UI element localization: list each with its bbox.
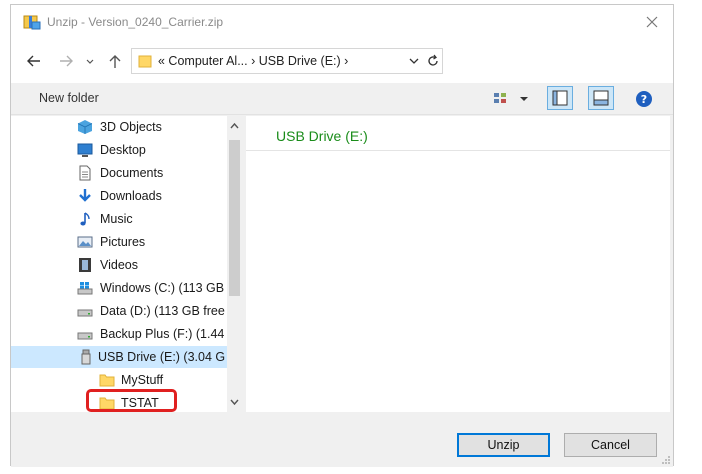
tree-item-data-d[interactable]: Data (D:) (113 GB free: [11, 300, 227, 322]
tree-item-desktop[interactable]: Desktop: [11, 139, 227, 161]
tree-item-usb-drive-e[interactable]: USB Drive (E:) (3.04 G: [11, 346, 227, 368]
windows-drive-icon: [77, 282, 93, 295]
download-arrow-icon: [79, 189, 91, 202]
tree-label: Data (D:) (113 GB free: [100, 304, 225, 318]
heading-divider: [246, 150, 670, 151]
tree-label: Videos: [100, 258, 138, 272]
content-heading: USB Drive (E:): [276, 128, 368, 144]
drive-icon: [77, 332, 93, 340]
tree-item-3d-objects[interactable]: 3D Objects: [11, 116, 227, 138]
unzip-button[interactable]: Unzip: [457, 433, 550, 457]
resize-grip-icon[interactable]: [661, 455, 671, 465]
chevron-up-icon[interactable]: [230, 122, 239, 130]
view-options-icon[interactable]: [491, 89, 513, 109]
help-icon[interactable]: ?: [633, 89, 655, 109]
document-icon: [79, 165, 91, 181]
title-bar: Unzip - Version_0240_Carrier.zip: [11, 5, 673, 39]
arrow-right-icon[interactable]: [57, 53, 75, 69]
tree-item-music[interactable]: Music: [11, 208, 227, 230]
folder-icon: [138, 55, 152, 68]
tree-label: Windows (C:) (113 GB: [100, 281, 225, 295]
scroll-thumb[interactable]: [229, 140, 240, 296]
navigation-bar: « Computer Al... › USB Drive (E:) ›: [11, 39, 673, 83]
address-bar[interactable]: « Computer Al... › USB Drive (E:) ›: [131, 48, 443, 74]
tree-item-videos[interactable]: Videos: [11, 254, 227, 276]
zip-archive-icon: [23, 15, 41, 30]
tree-label: Pictures: [100, 235, 146, 249]
tree-item-downloads[interactable]: Downloads: [11, 185, 227, 207]
refresh-icon[interactable]: [425, 53, 441, 69]
music-note-icon: [80, 212, 90, 226]
tree-scrollbar[interactable]: [227, 116, 242, 412]
window-title: Unzip - Version_0240_Carrier.zip: [47, 15, 224, 29]
preview-pane-icon: [593, 90, 609, 106]
tree-label: Downloads: [100, 189, 162, 203]
command-bar: New folder ?: [11, 83, 673, 115]
close-icon[interactable]: [641, 11, 663, 33]
tree-label: Music: [100, 212, 133, 226]
tree-label: Desktop: [100, 143, 146, 157]
tree-label: USB Drive (E:) (3.04 G: [98, 350, 226, 364]
tree-label: Backup Plus (F:) (1.44: [100, 327, 225, 341]
tree-label: Documents: [100, 166, 164, 180]
chevron-down-icon[interactable]: [407, 55, 421, 67]
folder-icon: [99, 374, 115, 387]
folder-content-pane[interactable]: USB Drive (E:): [246, 116, 670, 412]
cancel-button[interactable]: Cancel: [564, 433, 657, 457]
address-path[interactable]: « Computer Al... › USB Drive (E:) ›: [158, 54, 348, 68]
chevron-down-icon[interactable]: [230, 398, 239, 406]
tree-label: MyStuff: [121, 373, 164, 387]
picture-icon: [77, 236, 93, 248]
tree-item-pictures[interactable]: Pictures: [11, 231, 227, 253]
usb-drive-icon: [81, 349, 91, 365]
cube-3d-icon: [77, 120, 93, 134]
arrow-left-icon[interactable]: [25, 53, 43, 69]
chevron-down-icon[interactable]: [517, 89, 531, 109]
dialog-footer: Unzip Cancel: [11, 412, 673, 467]
navigation-pane-button[interactable]: [547, 86, 573, 110]
chevron-down-icon[interactable]: [84, 53, 96, 69]
tree-item-mystuff[interactable]: MyStuff: [11, 369, 227, 391]
folder-tree: 3D Objects Desktop Documents Downloads M…: [11, 116, 242, 412]
tree-item-documents[interactable]: Documents: [11, 162, 227, 184]
film-icon: [79, 258, 91, 272]
drive-icon: [77, 309, 93, 317]
unzip-dialog: Unzip - Version_0240_Carrier.zip « Compu…: [10, 4, 674, 467]
arrow-up-icon[interactable]: [106, 53, 124, 69]
svg-text:?: ?: [641, 93, 647, 106]
new-folder-button[interactable]: New folder: [39, 91, 99, 105]
tree-item-windows-c[interactable]: Windows (C:) (113 GB: [11, 277, 227, 299]
preview-pane-button[interactable]: [588, 86, 614, 110]
tree-label: 3D Objects: [100, 120, 162, 134]
navigation-pane-icon: [552, 90, 568, 106]
highlight-annotation: [86, 389, 177, 412]
tree-item-backup-plus-f[interactable]: Backup Plus (F:) (1.44: [11, 323, 227, 345]
desktop-icon: [77, 143, 93, 157]
